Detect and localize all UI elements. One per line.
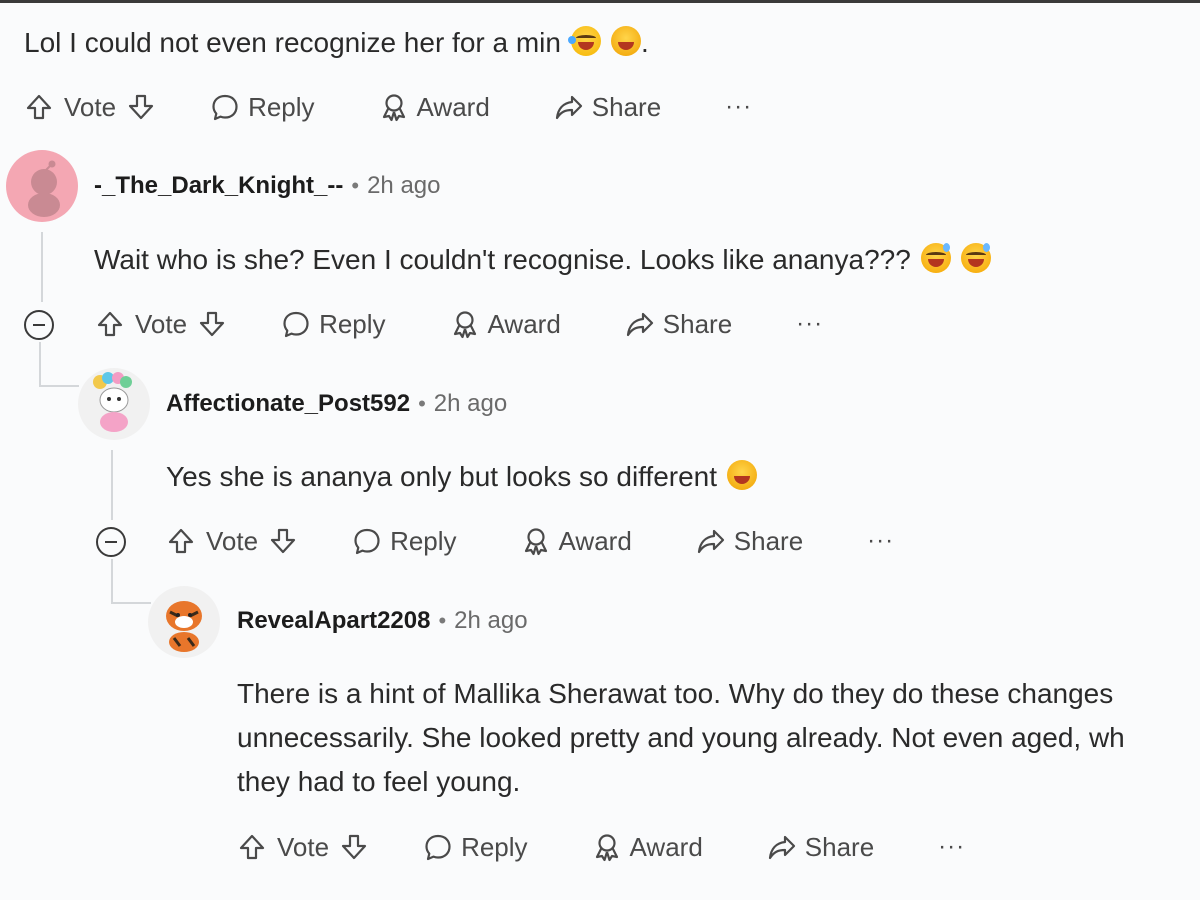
share-arrow-icon — [697, 529, 724, 554]
comment-bubble-icon — [212, 94, 238, 121]
comment-body: Wait who is she? Even I couldn't recogni… — [94, 244, 911, 275]
award-button[interactable]: Award — [521, 526, 632, 557]
rofl-emoji-icon — [727, 460, 758, 490]
top-comment-text: Lol I could not even recognize her for a… — [24, 26, 649, 58]
username[interactable]: -_The_Dark_Knight_-- — [94, 172, 343, 200]
share-arrow-icon — [626, 312, 653, 337]
share-arrow-icon — [555, 95, 582, 120]
comment-bubble-icon — [425, 834, 451, 861]
collapse-thread-button[interactable] — [24, 310, 54, 340]
joy-emoji-icon — [567, 26, 601, 56]
vote-group: Vote — [24, 92, 156, 123]
action-bar: Vote Reply Award Share ··· — [237, 825, 965, 869]
comment-body: Yes she is ananya only but looks so diff… — [166, 461, 718, 492]
downvote-icon[interactable] — [126, 92, 156, 122]
comment-text: Wait who is she? Even I couldn't recogni… — [94, 243, 991, 276]
more-options-button[interactable]: ··· — [796, 310, 823, 338]
downvote-icon[interactable] — [197, 309, 227, 339]
award-button[interactable]: Award — [450, 309, 561, 340]
avatar[interactable] — [6, 150, 78, 222]
avatar[interactable] — [78, 368, 150, 440]
snoo-avatar-icon — [166, 601, 202, 652]
top-edge — [0, 0, 1200, 3]
award-button[interactable]: Award — [379, 92, 490, 123]
downvote-icon[interactable] — [268, 526, 298, 556]
more-options-button[interactable]: ··· — [938, 833, 965, 861]
award-icon — [453, 311, 476, 339]
thread-line[interactable] — [41, 232, 43, 302]
vote-group: Vote — [166, 526, 298, 557]
comment-bubble-icon — [283, 311, 309, 338]
upvote-icon[interactable] — [95, 309, 125, 339]
award-icon — [524, 528, 547, 556]
vote-label: Vote — [206, 525, 259, 556]
upvote-icon[interactable] — [24, 92, 54, 122]
share-arrow-icon — [768, 835, 795, 860]
reply-button[interactable]: Reply — [423, 832, 528, 863]
sweat-smile-emoji-icon — [960, 243, 991, 273]
upvote-icon[interactable] — [166, 526, 196, 556]
comment-line: There is a hint of Mallika Sherawat too.… — [237, 678, 1114, 709]
reply-button[interactable]: Reply — [281, 309, 386, 340]
thread-line[interactable] — [111, 559, 113, 604]
timestamp: 2h ago — [454, 607, 528, 634]
reply-button[interactable]: Reply — [210, 92, 315, 123]
action-bar: Vote Reply Award Share ··· — [24, 85, 752, 129]
rofl-emoji-icon — [610, 26, 641, 56]
award-icon — [382, 94, 405, 122]
vote-group: Vote — [237, 832, 369, 863]
share-button[interactable]: Share — [625, 309, 732, 340]
username[interactable]: RevealApart2208 — [237, 607, 430, 635]
vote-label: Vote — [135, 308, 188, 339]
vote-label: Vote — [64, 91, 117, 122]
vote-group: Vote — [95, 309, 227, 340]
minus-icon — [33, 324, 45, 326]
thread-connector — [111, 602, 151, 604]
snoo-avatar-icon — [28, 160, 60, 217]
sweat-smile-emoji-icon — [920, 243, 951, 273]
comment-meta: Affectionate_Post592 • 2h ago — [166, 390, 508, 418]
username[interactable]: Affectionate_Post592 — [166, 390, 410, 418]
comment-line: they had to feel young. — [237, 766, 521, 797]
collapse-thread-button[interactable] — [96, 527, 126, 557]
comment-text: There is a hint of Mallika Sherawat too.… — [237, 672, 1200, 804]
more-options-button[interactable]: ··· — [867, 527, 894, 555]
snoo-avatar-icon — [93, 372, 132, 432]
upvote-icon[interactable] — [237, 832, 267, 862]
action-bar: Vote Reply Award Share ··· — [166, 519, 894, 563]
downvote-icon[interactable] — [339, 832, 369, 862]
share-button[interactable]: Share — [767, 832, 874, 863]
minus-icon — [105, 541, 117, 543]
comment-text: Yes she is ananya only but looks so diff… — [166, 460, 758, 493]
action-bar: Vote Reply Award Share ··· — [95, 302, 823, 346]
reply-button[interactable]: Reply — [352, 526, 457, 557]
share-button[interactable]: Share — [696, 526, 803, 557]
thread-line[interactable] — [39, 342, 41, 387]
thread-connector — [39, 385, 79, 387]
award-icon — [595, 834, 618, 862]
comment-meta: RevealApart2208 • 2h ago — [237, 607, 528, 635]
comment-meta: -_The_Dark_Knight_-- • 2h ago — [94, 172, 441, 200]
avatar[interactable] — [148, 586, 220, 658]
vote-label: Vote — [277, 831, 330, 862]
more-options-button[interactable]: ··· — [725, 93, 752, 121]
share-button[interactable]: Share — [554, 92, 661, 123]
timestamp: 2h ago — [367, 172, 441, 199]
comment-body: Lol I could not even recognize her for a… — [24, 27, 561, 58]
award-button[interactable]: Award — [592, 832, 703, 863]
comment-line: unnecessarily. She looked pretty and you… — [237, 722, 1125, 753]
thread-line[interactable] — [111, 450, 113, 520]
comment-bubble-icon — [354, 528, 380, 555]
timestamp: 2h ago — [433, 390, 508, 417]
